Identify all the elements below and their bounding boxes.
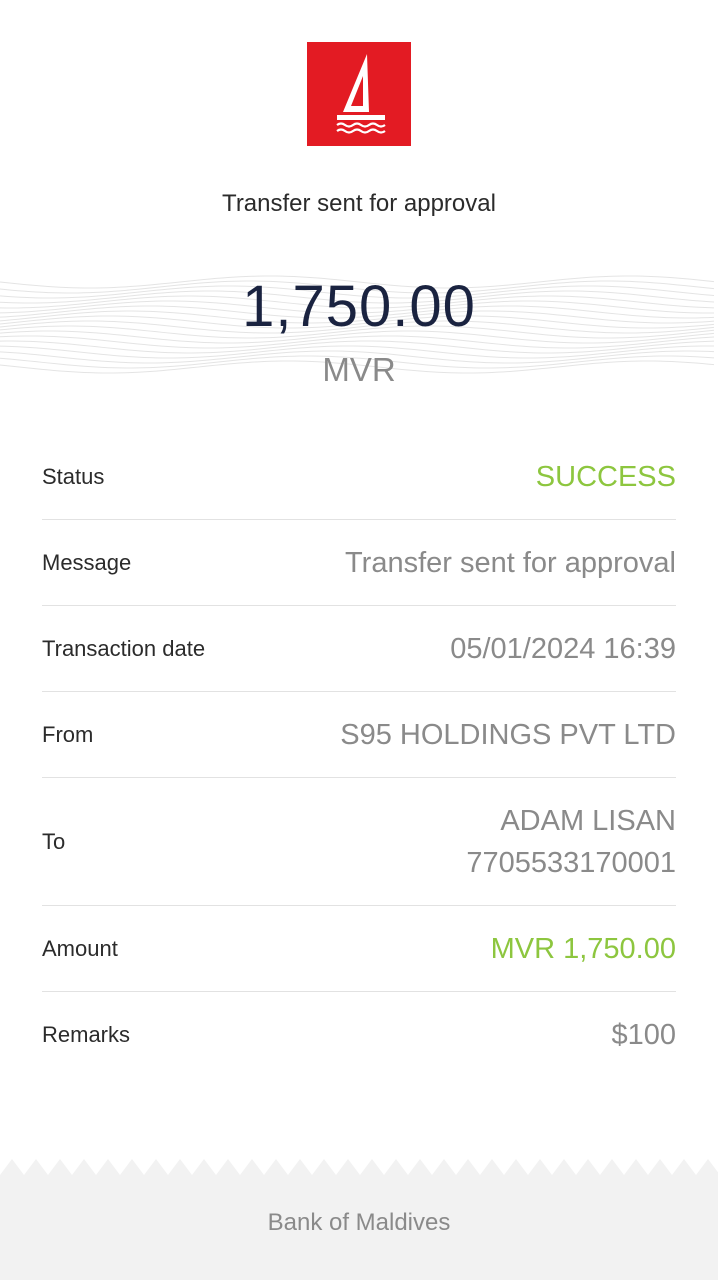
message-value: Transfer sent for approval — [345, 546, 676, 579]
amount-currency: MVR — [322, 351, 396, 388]
remarks-label: Remarks — [42, 1022, 131, 1047]
to-label: To — [42, 828, 66, 854]
amount-label: Amount — [42, 935, 118, 961]
receipt-footer: Bank of Maldives — [0, 1157, 718, 1280]
to-account-number: 7705533170001 — [466, 846, 676, 879]
status-label: Status — [42, 463, 105, 489]
detail-row-from: From S95 HOLDINGS PVT LTD — [42, 692, 676, 778]
detail-row-amount: Amount MVR 1,750.00 — [42, 906, 676, 992]
to-value: ADAM LISAN 7705533170001 — [466, 800, 676, 884]
from-label: From — [42, 721, 94, 747]
bank-name: Bank of Maldives — [267, 1209, 451, 1236]
from-value: S95 HOLDINGS PVT LTD — [340, 718, 676, 751]
amount-value: 1,750.00 — [242, 274, 476, 339]
detail-row-status: Status SUCCESS — [42, 434, 676, 520]
message-label: Message — [42, 549, 132, 575]
remarks-value: $100 — [611, 1019, 676, 1051]
status-value: SUCCESS — [535, 460, 676, 493]
bank-logo — [307, 42, 411, 146]
detail-row-to: To ADAM LISAN 7705533170001 — [42, 778, 676, 906]
transaction-date-value: 05/01/2024 16:39 — [450, 632, 676, 665]
transfer-receipt: Transfer sent for approval 1,750.00 MVR … — [0, 0, 718, 1280]
transaction-details: Status SUCCESS Message Transfer sent for… — [42, 434, 676, 1078]
detail-row-transaction-date: Transaction date 05/01/2024 16:39 — [42, 606, 676, 692]
amount-detail-value: MVR 1,750.00 — [490, 932, 676, 965]
detail-row-remarks: Remarks $100 — [42, 992, 676, 1078]
page-title: Transfer sent for approval — [222, 190, 496, 217]
transaction-date-label: Transaction date — [42, 635, 206, 661]
sailboat-logo-icon — [336, 54, 386, 134]
detail-row-message: Message Transfer sent for approval — [42, 520, 676, 606]
to-name: ADAM LISAN — [500, 804, 676, 837]
